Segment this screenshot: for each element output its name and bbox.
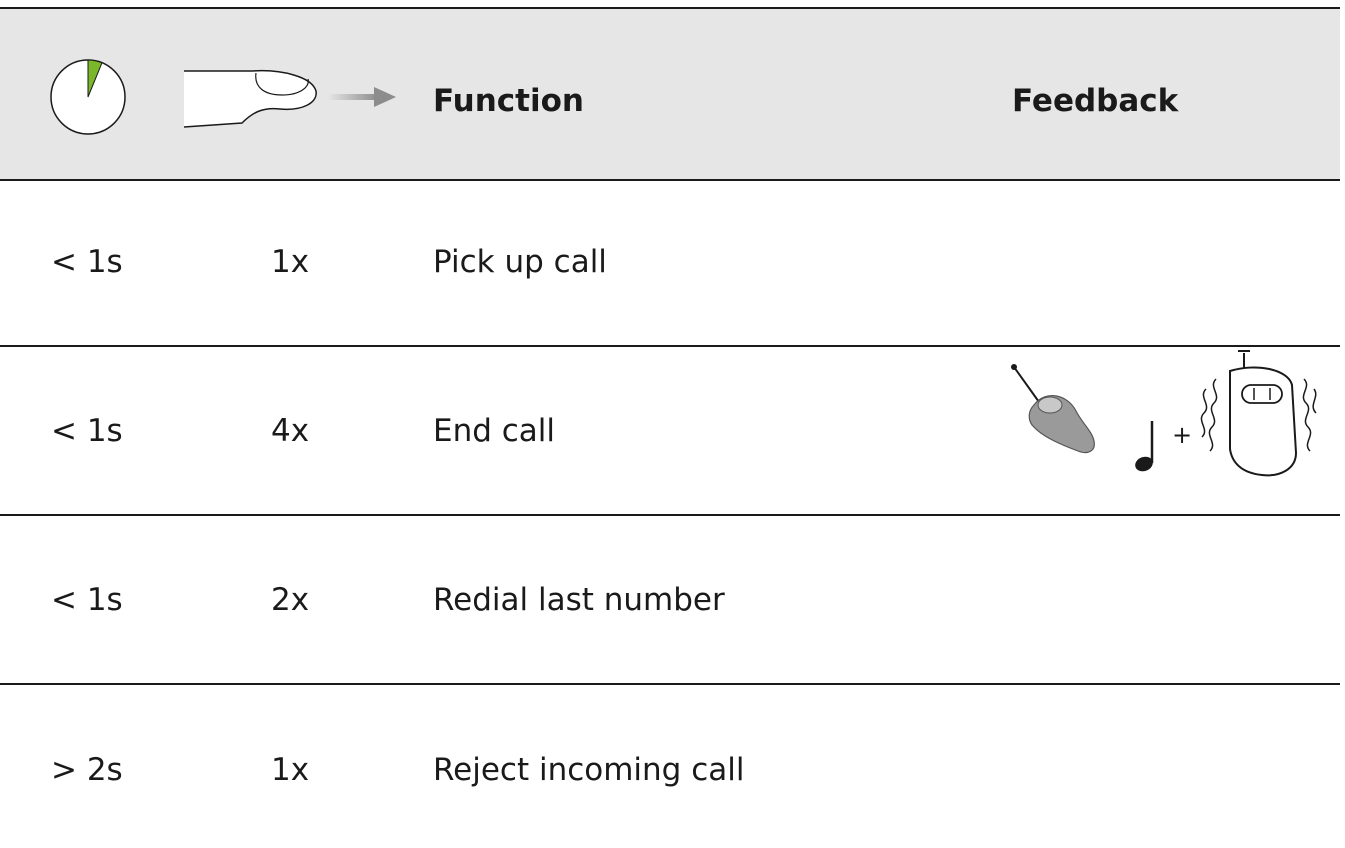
table-row: < 1s 1x Pick up call — [0, 179, 1340, 347]
table-row: > 2s 1x Reject incoming call — [0, 685, 1340, 848]
duration-cell: > 2s — [51, 752, 123, 788]
feedback-column-header: Feedback — [1012, 83, 1179, 119]
function-cell: End call — [433, 413, 556, 449]
function-column-header: Function — [433, 83, 584, 119]
music-note-icon — [1135, 421, 1154, 472]
feedback-plus: + — [1172, 421, 1193, 449]
function-cell: Reject incoming call — [433, 752, 745, 788]
table-header: Function Feedback — [0, 7, 1340, 181]
duration-cell: < 1s — [51, 582, 123, 618]
presses-cell: 1x — [271, 244, 310, 280]
hearing-aid-icon — [1011, 364, 1095, 454]
arrow-right-icon — [328, 87, 396, 107]
vibrating-phone-icon — [1200, 350, 1317, 477]
table-row: < 1s 2x Redial last number — [0, 516, 1340, 685]
presses-cell: 4x — [271, 413, 310, 449]
function-cell: Redial last number — [433, 582, 725, 618]
duration-cell: < 1s — [51, 413, 123, 449]
table-row: < 1s 4x End call + — [0, 347, 1340, 516]
duration-cell: < 1s — [51, 244, 123, 280]
timer-icon — [50, 59, 126, 135]
presses-cell: 2x — [271, 582, 310, 618]
presses-cell: 1x — [271, 752, 310, 788]
function-cell: Pick up call — [433, 244, 607, 280]
finger-press-icon — [183, 69, 317, 128]
